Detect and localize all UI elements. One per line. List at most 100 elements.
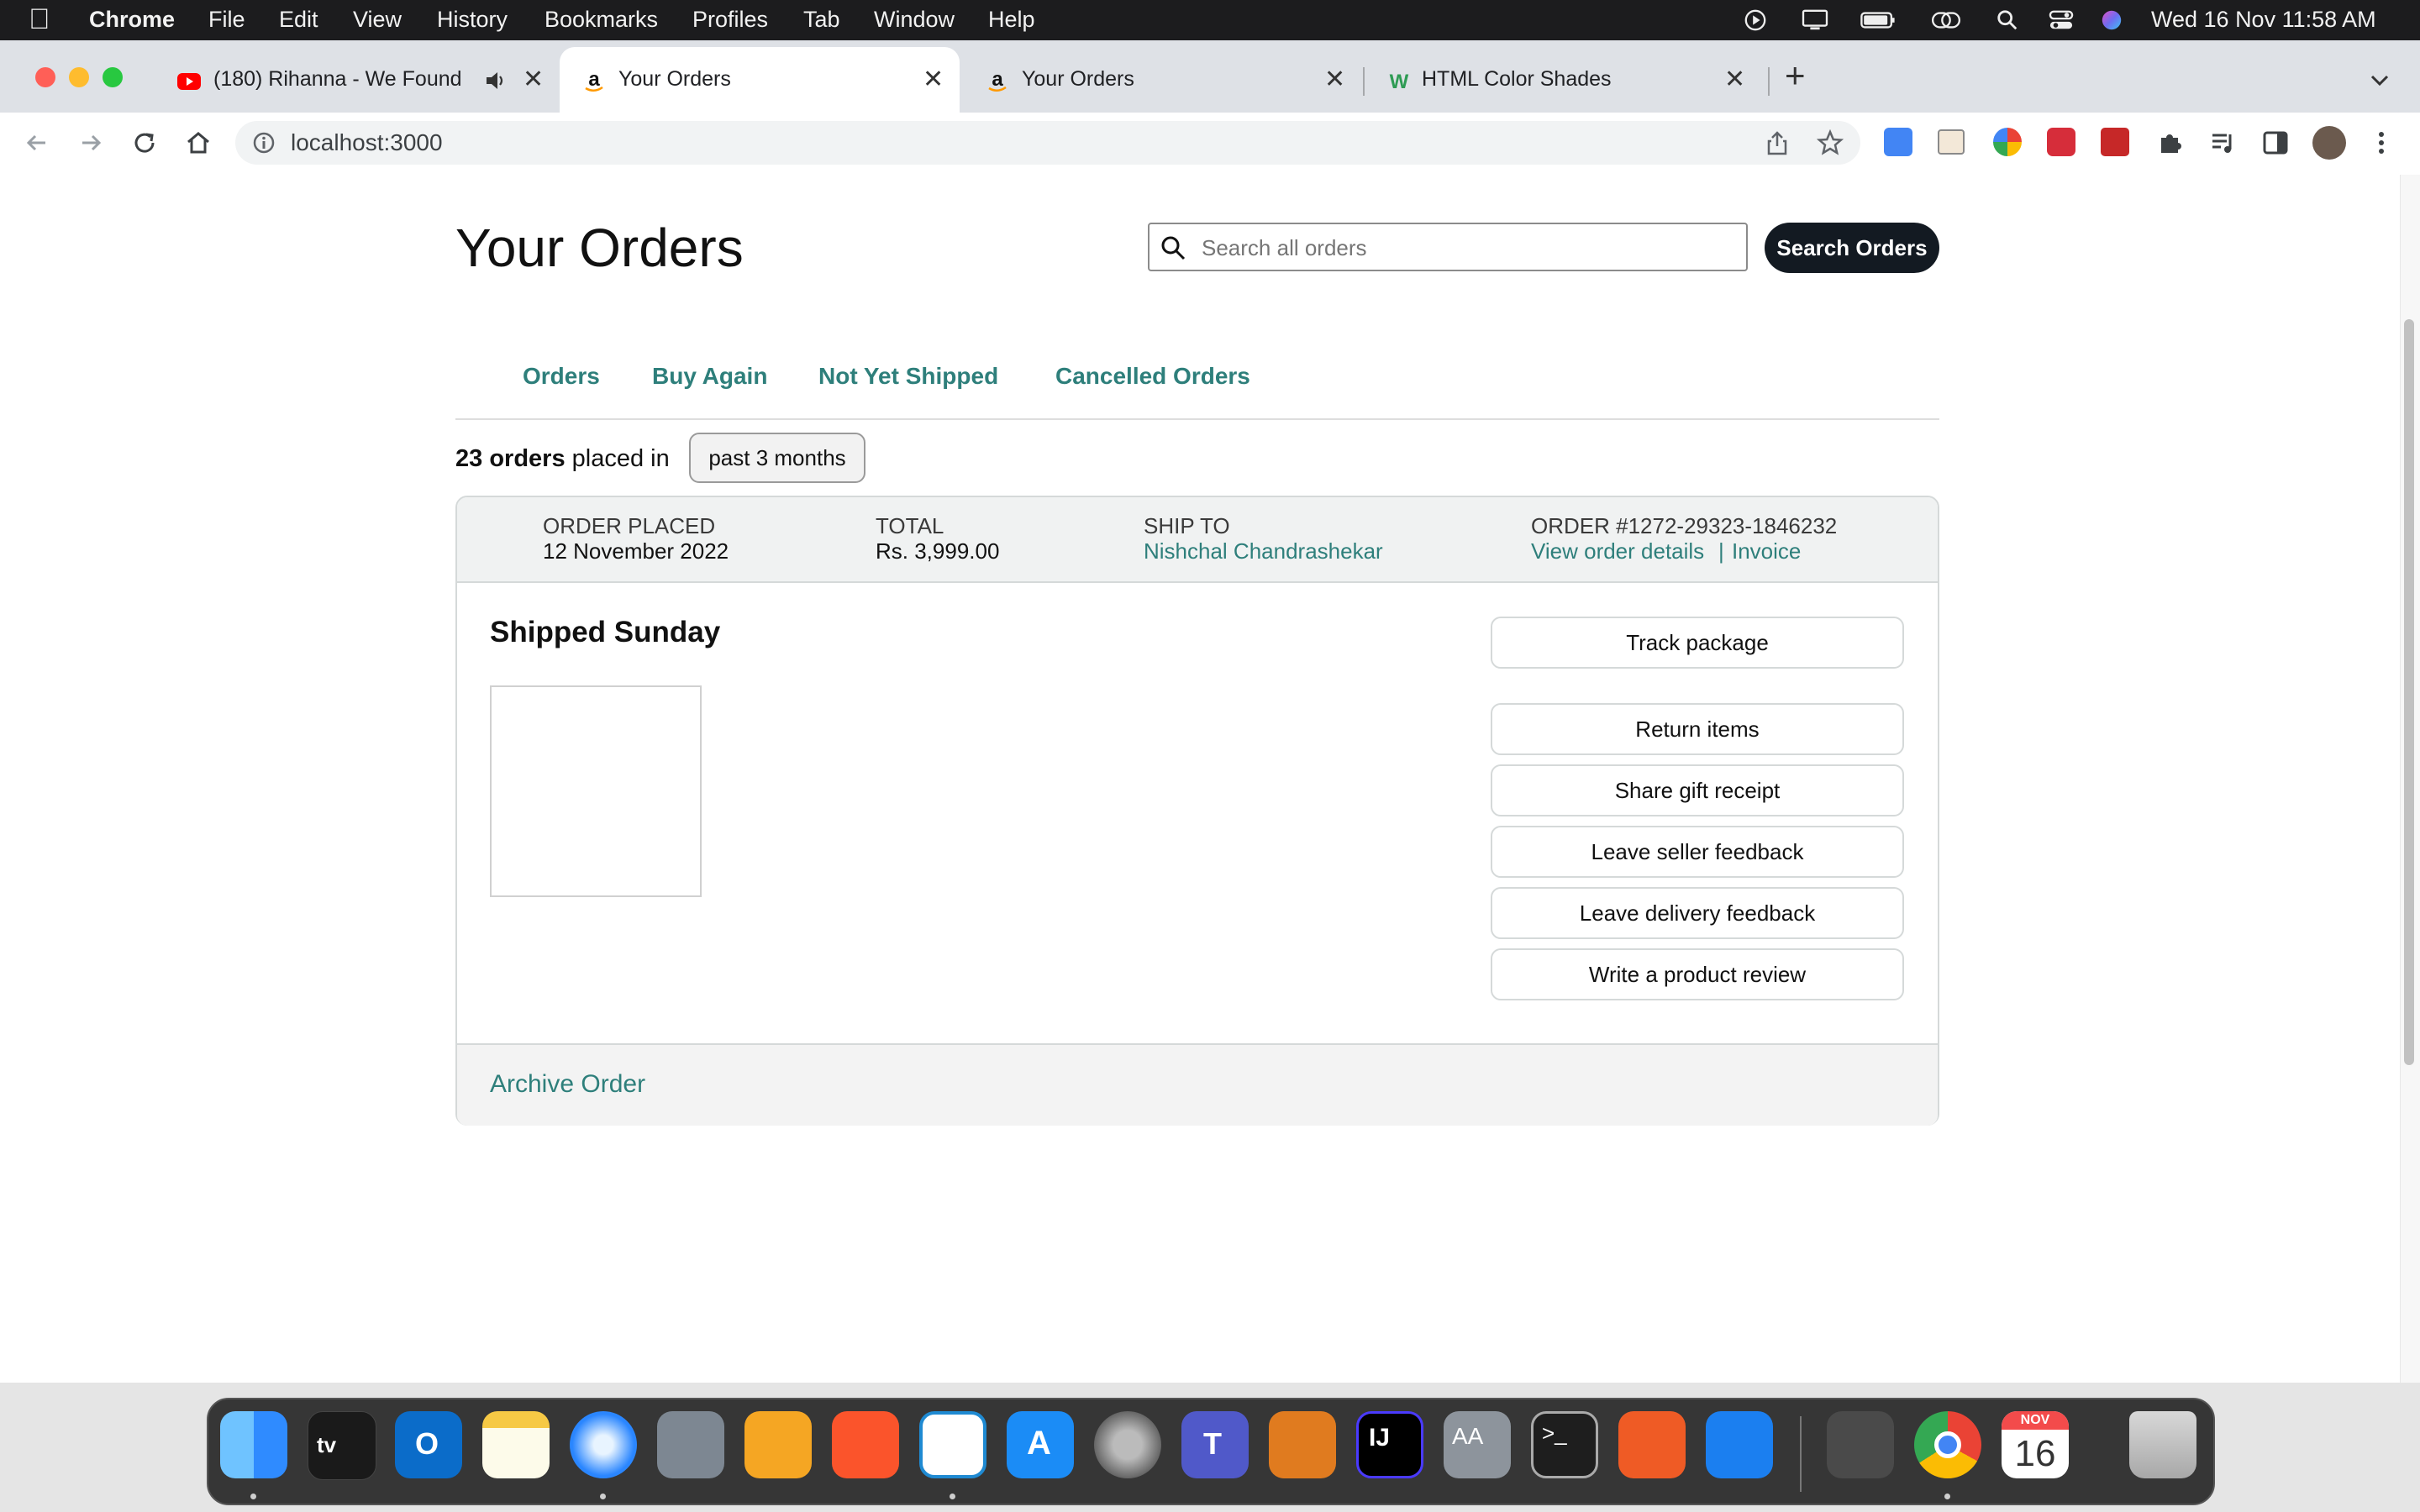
menu-tab[interactable]: Tab (803, 0, 840, 40)
archive-order-link[interactable]: Archive Order (490, 1070, 645, 1099)
close-tab-icon[interactable]: ✕ (923, 66, 944, 94)
ship-to-name-link[interactable]: Nishchal Chandrashekar (1144, 538, 1383, 564)
puzzle-red-extension-icon[interactable] (2101, 128, 2129, 156)
translate-extension-icon[interactable] (1884, 128, 1912, 156)
bookmark-star-icon[interactable] (1817, 129, 1844, 156)
share-gift-receipt-button[interactable]: Share gift receipt (1491, 764, 1904, 816)
vscode-icon[interactable] (919, 1411, 986, 1478)
browser-tab-your-orders-active[interactable]: a Your Orders ✕ (560, 47, 960, 113)
running-indicator (1944, 1494, 1950, 1499)
menu-window[interactable]: Window (874, 0, 955, 40)
calendar-icon[interactable]: NOV 16 (2002, 1411, 2069, 1478)
close-tab-icon[interactable]: ✕ (523, 66, 544, 94)
write-product-review-button[interactable]: Write a product review (1491, 948, 1904, 1000)
menu-help[interactable]: Help (988, 0, 1035, 40)
back-arrow-icon[interactable] (22, 128, 52, 158)
svg-text:a: a (992, 69, 1003, 91)
home-icon[interactable] (183, 128, 213, 158)
intellij-icon[interactable]: IJ (1356, 1411, 1423, 1478)
url-text[interactable]: localhost:3000 (291, 129, 443, 156)
leave-delivery-feedback-button[interactable]: Leave delivery feedback (1491, 887, 1904, 939)
battery-icon[interactable] (1859, 8, 1897, 32)
siri-icon[interactable] (2099, 8, 2124, 32)
window-zoom-button[interactable] (103, 67, 123, 87)
postman-icon[interactable] (1618, 1411, 1686, 1478)
chevron-down-icon[interactable] (2370, 74, 2390, 87)
window-minimize-button[interactable] (69, 67, 89, 87)
menu-bookmarks[interactable]: Bookmarks (544, 0, 658, 40)
finder-icon[interactable] (220, 1411, 287, 1478)
track-package-button[interactable]: Track package (1491, 617, 1904, 669)
view-order-details-link[interactable]: View order details (1531, 538, 1704, 564)
tab-buy-again[interactable]: Buy Again (652, 363, 767, 390)
search-input[interactable] (1200, 229, 1733, 266)
search-orders-field[interactable] (1148, 223, 1748, 271)
tab-orders[interactable]: Orders (523, 363, 600, 390)
side-panel-icon[interactable] (2260, 128, 2291, 158)
apple-tv-icon[interactable]: tv (308, 1411, 376, 1480)
link-status-icon[interactable] (1929, 8, 1963, 32)
menu-edit[interactable]: Edit (279, 0, 318, 40)
trash-icon[interactable] (2129, 1411, 2196, 1478)
font-book-icon[interactable]: AA (1444, 1411, 1511, 1478)
menu-file[interactable]: File (208, 0, 245, 40)
address-bar[interactable] (235, 121, 1860, 165)
xcode-icon[interactable] (1706, 1411, 1773, 1478)
invoice-link[interactable]: Invoice (1732, 538, 1801, 564)
launchpad-icon[interactable] (657, 1411, 724, 1478)
order-total-label: TOTAL (876, 513, 944, 538)
notes-icon[interactable] (482, 1411, 550, 1478)
spotlight-search-icon[interactable] (1995, 8, 2020, 32)
red-extension-icon[interactable] (2047, 128, 2075, 156)
control-center-icon[interactable] (2047, 8, 2075, 32)
image-extension-icon[interactable] (1938, 129, 1965, 155)
forward-arrow-icon[interactable] (76, 128, 106, 158)
color-picker-extension-icon[interactable] (1993, 128, 2022, 156)
menu-history[interactable]: History (437, 0, 508, 40)
outlook-icon[interactable]: O (395, 1411, 462, 1478)
scrollbar-thumb[interactable] (2404, 319, 2414, 1065)
more-menu-icon[interactable] (2375, 128, 2388, 158)
display-status-icon[interactable] (1800, 8, 1830, 32)
media-queue-icon[interactable] (2208, 128, 2238, 158)
brave-icon[interactable] (832, 1411, 899, 1478)
menu-profiles[interactable]: Profiles (692, 0, 768, 40)
tab-not-yet-shipped[interactable]: Not Yet Shipped (818, 363, 998, 390)
browser-tab-your-orders[interactable]: a Your Orders ✕ (963, 47, 1363, 113)
window-close-button[interactable] (35, 67, 55, 87)
share-icon[interactable] (1765, 129, 1790, 156)
orders-count-summary: 23 orders placed in (455, 445, 670, 473)
product-image[interactable] (490, 685, 702, 897)
new-tab-button[interactable]: + (1785, 58, 1806, 93)
reload-icon[interactable] (129, 128, 160, 158)
tab-cancelled-orders[interactable]: Cancelled Orders (1055, 363, 1250, 390)
menu-view[interactable]: View (353, 0, 402, 40)
safari-icon[interactable] (570, 1411, 637, 1478)
info-icon[interactable] (252, 131, 276, 155)
calculator-icon[interactable] (1827, 1411, 1894, 1478)
close-tab-icon[interactable]: ✕ (1724, 66, 1745, 94)
terminal-icon[interactable]: >_ (1531, 1411, 1598, 1478)
extensions-puzzle-icon[interactable] (2154, 128, 2185, 158)
menubar-clock[interactable]: Wed 16 Nov 11:58 AM (2151, 0, 2376, 40)
apple-menu-icon[interactable]:  (29, 0, 50, 40)
pages-icon[interactable] (744, 1411, 812, 1478)
close-tab-icon[interactable]: ✕ (1324, 66, 1345, 94)
teams-icon[interactable]: T (1181, 1411, 1249, 1478)
tab-title: Your Orders (1022, 67, 1134, 91)
speaker-icon[interactable] (484, 71, 506, 91)
search-orders-button[interactable]: Search Orders (1765, 223, 1939, 273)
leave-seller-feedback-button[interactable]: Leave seller feedback (1491, 826, 1904, 878)
browser-tab-html-color-shades[interactable]: W HTML Color Shades ✕ (1365, 47, 1768, 113)
return-items-button[interactable]: Return items (1491, 703, 1904, 755)
chrome-icon[interactable] (1914, 1411, 1981, 1478)
play-status-icon[interactable] (1743, 8, 1768, 32)
menu-app-name[interactable]: Chrome (89, 0, 175, 40)
time-range-select[interactable]: past 3 months (689, 433, 865, 483)
amazon-icon: a (585, 69, 603, 92)
safenet-icon[interactable] (1269, 1411, 1336, 1478)
profile-avatar[interactable] (2312, 126, 2346, 160)
browser-tab-youtube[interactable]: (180) Rihanna - We Found L ✕ (155, 47, 558, 113)
system-preferences-icon[interactable] (1094, 1411, 1161, 1478)
app-store-icon[interactable]: A (1007, 1411, 1074, 1478)
